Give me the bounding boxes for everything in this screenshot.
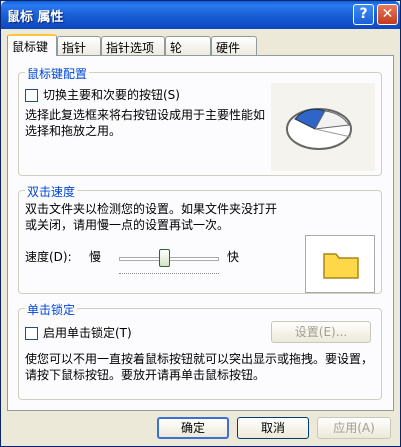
double-click-group: 双击速度 双击文件夹以检测您的设置。如果文件夹没打开或关闭，请用慢一点的设置再试… (18, 183, 382, 294)
slow-label: 慢 (89, 250, 102, 264)
titlebar: 鼠标 属性 ? ✕ (1, 1, 400, 29)
help-icon: ? (359, 6, 368, 22)
close-button[interactable]: ✕ (377, 4, 398, 25)
double-click-title: 双击速度 (25, 183, 78, 200)
tab-wheel[interactable]: 轮 (165, 36, 211, 55)
help-button[interactable]: ? (353, 4, 374, 25)
apply-button[interactable]: 应用(A) (317, 417, 391, 439)
tab-buttons[interactable]: 鼠标键 (7, 34, 57, 56)
folder-icon (323, 253, 359, 279)
button-config-description: 选择此复选框来将右按钮设成用于主要性能如选择和拖放之用。 (25, 108, 266, 138)
click-lock-group: 单击锁定 启用单击锁定(T) 设置(E)... 使您可以不用一直按着鼠标按钮就可… (18, 301, 382, 400)
close-icon: ✕ (381, 6, 394, 22)
settings-button[interactable]: 设置(E)... (271, 321, 371, 343)
button-config-title: 鼠标键配置 (25, 65, 90, 82)
button-config-group: 鼠标键配置 切换主要和次要的按钮(S) 选择此复选框来将右按钮设成用于主要性能如… (18, 65, 382, 176)
mouse-image (271, 83, 375, 171)
tab-pointers[interactable]: 指针 (57, 36, 101, 55)
window-title: 鼠标 属性 (7, 10, 64, 25)
fast-label: 快 (227, 250, 240, 264)
click-lock-checkbox[interactable] (25, 327, 38, 340)
slider-ticks (119, 273, 219, 277)
click-lock-description: 使您可以不用一直按着鼠标按钮就可以突出显示或拖拽。要设置，请按下鼠标按钮。要放开… (25, 352, 374, 382)
mouse-icon (286, 108, 352, 150)
cancel-button[interactable]: 取消 (237, 417, 309, 439)
switch-buttons-label[interactable]: 切换主要和次要的按钮(S) (43, 87, 180, 103)
tab-pointer-options[interactable]: 指针选项 (101, 36, 165, 55)
switch-buttons-checkbox[interactable] (25, 89, 38, 102)
ok-button[interactable]: 确定 (157, 417, 229, 439)
tab-panel: 鼠标键配置 切换主要和次要的按钮(S) 选择此复选框来将右按钮设成用于主要性能如… (7, 55, 394, 411)
click-lock-title: 单击锁定 (25, 301, 78, 318)
test-folder-area[interactable] (305, 235, 375, 293)
mouse-properties-window: 鼠标 属性 ? ✕ 鼠标键 指针 指针选项 轮 硬件 鼠标键配置 切换主要和次要… (0, 0, 401, 447)
speed-slider-thumb[interactable] (159, 249, 170, 267)
click-lock-label[interactable]: 启用单击锁定(T) (43, 325, 132, 341)
double-click-description: 双击文件夹以检测您的设置。如果文件夹没打开或关闭，请用慢一点的设置再试一次。 (25, 202, 278, 232)
speed-label: 速度(D): (25, 250, 72, 264)
tab-hardware[interactable]: 硬件 (211, 36, 257, 55)
